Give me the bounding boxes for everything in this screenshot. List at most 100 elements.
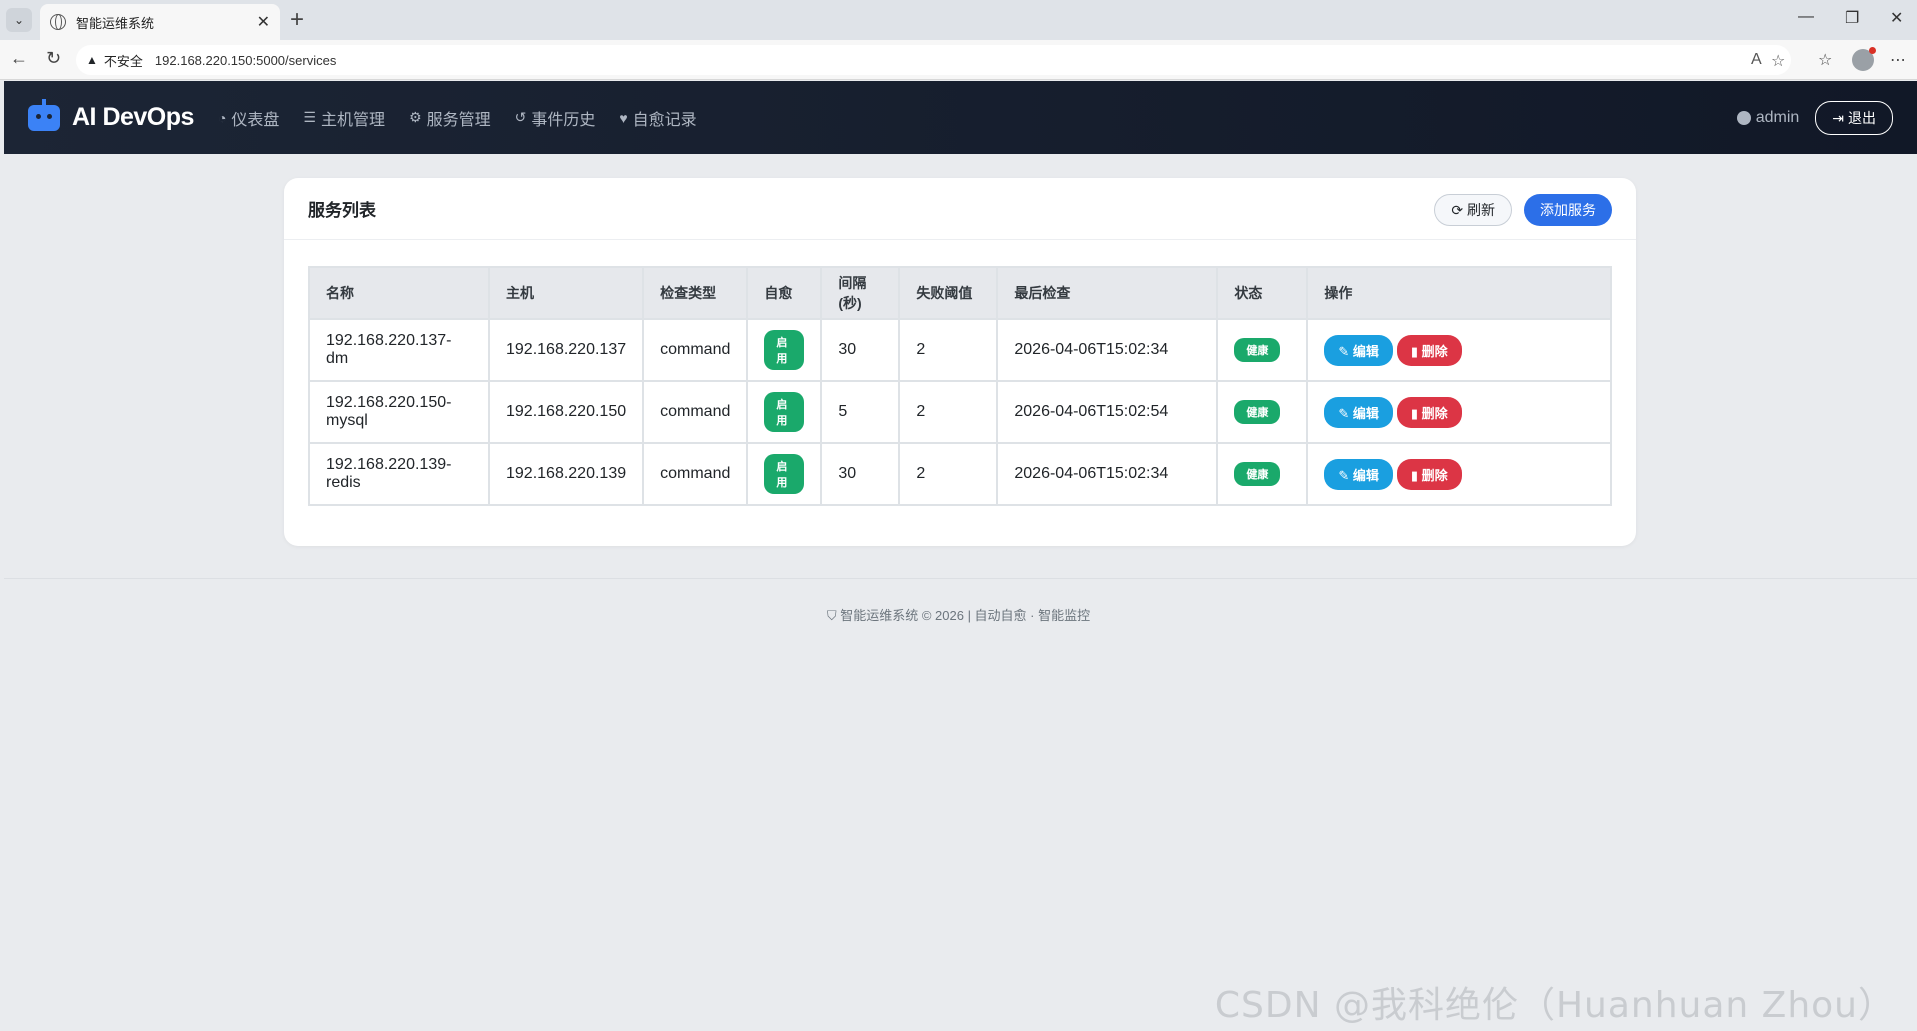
card-title: 服务列表 [308,201,376,220]
card-header: 服务列表 ⟳ 刷新 添加服务 [284,178,1636,240]
history-icon: ↺ [514,109,527,125]
brand[interactable]: AI DevOps [28,98,194,132]
cell-name: 192.168.220.137-dm [308,318,490,382]
cell-host: 192.168.220.150 [487,380,645,444]
nav-hosts-label: 主机管理 [320,111,385,129]
edit-button[interactable]: ✎ 编辑 [1324,458,1393,490]
self-heal-badge: 启用 [764,454,805,494]
address-bar-row: ← ↻ ▲ 不安全 192.168.220.150:5000/services … [0,40,1917,80]
cell-name: 192.168.220.150-mysql [308,380,490,444]
browser-tabbar: ⌄ 智能运维系统 ✕ + — ❐ ✕ [0,0,1917,40]
cell-status: 健康 [1216,442,1309,506]
edit-button[interactable]: ✎ 编辑 [1324,334,1393,366]
more-menu-icon[interactable]: ⋯ [1890,50,1906,70]
browser-tab[interactable]: 智能运维系统 ✕ [40,4,280,40]
nav-events[interactable]: ↺ 事件历史 [515,106,596,130]
nav-healing-label: 自愈记录 [632,111,697,129]
cell-check-type: command [642,442,749,506]
cell-interval: 5 [820,380,901,444]
cell-self-heal: 启用 [746,380,823,444]
watermark: CSDN @我科绝伦（Huanhuan Zhou） [1214,985,1895,1026]
col-check-type: 检查类型 [642,266,749,320]
insecure-label: 不安全 [103,53,143,69]
cell-actions: ✎ 编辑 ▮ 删除 [1306,318,1612,382]
table-row: 192.168.220.150-mysql 192.168.220.150 comm… [308,380,1612,444]
cell-check-type: command [642,318,749,382]
nav-services-label: 服务管理 [426,111,491,129]
server-icon: ☰ [303,109,316,125]
tab-list-button[interactable]: ⌄ [6,8,32,32]
cell-self-heal: 启用 [746,318,823,382]
status-badge: 健康 [1234,400,1281,424]
cell-status: 健康 [1216,380,1309,444]
col-interval: 间隔(秒) [820,266,901,320]
nav-healing[interactable]: ♥ 自愈记录 [619,106,696,130]
url-text: 192.168.220.150:5000/services [154,52,337,68]
logout-button[interactable]: ⇥ 退出 [1815,101,1893,135]
favorite-star-icon[interactable]: ☆ [1771,51,1785,71]
self-heal-badge: 启用 [764,392,805,432]
cell-threshold: 2 [898,318,999,382]
edit-label: 编辑 [1352,467,1379,483]
cell-last-check: 2026-04-06T15:02:34 [996,318,1219,382]
gauge-icon: ◔ [217,109,227,126]
new-tab-icon[interactable]: + [290,6,304,34]
reload-icon[interactable]: ↻ [46,48,61,69]
favorites-icon[interactable]: ☆ [1818,50,1832,70]
refresh-label: 刷新 [1467,202,1495,218]
delete-button[interactable]: ▮ 删除 [1396,396,1462,428]
trash-icon: ▮ [1410,343,1422,359]
edit-icon: ✎ [1338,405,1353,421]
edit-button[interactable]: ✎ 编辑 [1324,396,1393,428]
status-badge: 健康 [1234,338,1281,362]
edit-label: 编辑 [1352,343,1379,359]
trash-icon: ▮ [1410,467,1422,483]
sign-out-icon: ⇥ [1832,109,1844,126]
table-row: 192.168.220.137-dm 192.168.220.137 command… [308,318,1612,382]
cogs-icon: ⚙ [409,109,422,125]
nav-hosts[interactable]: ☰ 主机管理 [303,106,385,130]
close-tab-icon[interactable]: ✕ [257,12,270,32]
brand-name: AI DevOps [72,103,194,131]
window-close-icon[interactable]: ✕ [1890,8,1903,28]
minimize-icon[interactable]: — [1798,8,1814,26]
cell-host: 192.168.220.137 [487,318,645,382]
nav-services[interactable]: ⚙ 服务管理 [409,106,491,130]
nav-dashboard[interactable]: ◔ 仪表盘 [218,106,279,130]
delete-button[interactable]: ▮ 删除 [1396,458,1462,490]
footer-divider [4,578,1917,579]
back-icon[interactable]: ← [10,48,28,69]
warning-icon: ▲ [86,53,98,67]
services-card: 服务列表 ⟳ 刷新 添加服务 名称 主机 检查类型 自愈 间隔(秒) 失败阈值 … [284,178,1636,546]
globe-icon [50,14,66,30]
delete-button[interactable]: ▮ 删除 [1396,334,1462,366]
shield-icon: ⛉ [826,608,841,623]
nav-right: admin ⇥ 退出 [1736,101,1893,135]
col-last-check: 最后检查 [996,266,1219,320]
cell-status: 健康 [1216,318,1309,382]
chevron-down-icon: ⌄ [13,13,25,27]
refresh-icon: ⟳ [1451,202,1467,218]
profile-avatar-icon[interactable] [1852,47,1876,71]
read-aloud-icon[interactable]: A [1751,51,1762,69]
col-threshold: 失败阈值 [898,266,999,320]
cell-self-heal: 启用 [746,442,823,506]
restore-icon[interactable]: ❐ [1845,8,1859,28]
cell-interval: 30 [820,442,901,506]
add-service-button[interactable]: 添加服务 [1524,194,1612,226]
cell-host: 192.168.220.139 [487,442,645,506]
delete-label: 删除 [1421,343,1448,359]
col-actions: 操作 [1306,266,1612,320]
delete-label: 删除 [1421,467,1448,483]
user-info: admin [1736,109,1800,127]
user-circle-icon [1736,111,1751,125]
cell-last-check: 2026-04-06T15:02:34 [996,442,1219,506]
url-field[interactable]: ▲ 不安全 192.168.220.150:5000/services A ☆ [76,45,1791,75]
edit-icon: ✎ [1338,467,1353,483]
status-badge: 健康 [1234,462,1281,486]
username: admin [1755,109,1800,126]
refresh-button[interactable]: ⟳ 刷新 [1434,194,1512,226]
cell-name: 192.168.220.139-redis [308,442,490,506]
col-self-heal: 自愈 [746,266,823,320]
table-header-row: 名称 主机 检查类型 自愈 间隔(秒) 失败阈值 最后检查 状态 操作 [308,266,1612,320]
